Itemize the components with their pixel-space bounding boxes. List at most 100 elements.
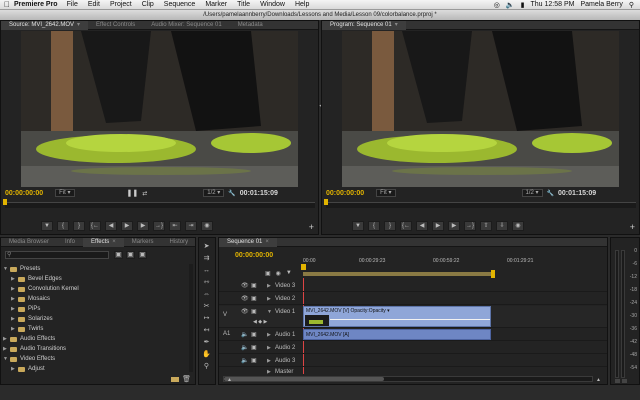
timeline-scrollbar[interactable] bbox=[223, 376, 593, 382]
track-target-a1[interactable]: A1 bbox=[223, 331, 230, 337]
program-time-ruler[interactable] bbox=[324, 199, 636, 208]
menu-user[interactable]: Pamela Berry bbox=[580, 1, 622, 8]
mark-in-bracket-icon[interactable]: { bbox=[57, 221, 69, 231]
mark-out-bracket-icon[interactable]: } bbox=[384, 221, 396, 231]
trash-icon[interactable]: 🗑 bbox=[182, 375, 191, 383]
tab-program[interactable]: Program: Sequence 01 ▾ bbox=[322, 20, 406, 30]
marker-icon[interactable]: ◉ bbox=[276, 270, 281, 277]
set-marker-icon[interactable]: ▼ bbox=[286, 270, 292, 277]
tab-media-browser[interactable]: Media Browser bbox=[1, 238, 57, 247]
program-timecode[interactable]: 00:00:00:00 bbox=[326, 190, 364, 197]
timeline-timecode[interactable]: 00:00:00:00 bbox=[235, 252, 273, 259]
step-back-icon[interactable]: ◀ bbox=[105, 221, 117, 231]
menu-edit[interactable]: Edit bbox=[88, 1, 100, 8]
speaker-icon[interactable]: 🔈 bbox=[241, 331, 248, 338]
tab-markers[interactable]: Markers bbox=[124, 238, 162, 247]
extract-icon[interactable]: ⇩ bbox=[496, 221, 508, 231]
menu-help[interactable]: Help bbox=[295, 1, 309, 8]
chevron-right-icon[interactable]: ▶ bbox=[11, 274, 18, 284]
lock-icon[interactable]: ▣ bbox=[251, 295, 257, 302]
chevron-right-icon[interactable]: ▶ bbox=[267, 332, 271, 338]
track-audio-3[interactable]: 🔈 ▣ ▶ Audio 3 bbox=[219, 355, 607, 367]
wifi-icon[interactable]: ◎ bbox=[494, 1, 500, 9]
chevron-right-icon[interactable]: ▶ bbox=[267, 358, 271, 364]
tab-source[interactable]: Source: MVI_2642.MOV ▾ bbox=[1, 20, 89, 30]
go-to-in-icon[interactable]: {← bbox=[400, 221, 412, 231]
effects-scrollbar[interactable] bbox=[189, 264, 193, 372]
tree-item-video-effects[interactable]: ▼ Video Effects bbox=[3, 354, 191, 364]
source-fit-select[interactable]: Fit ▾ bbox=[55, 189, 75, 197]
32bit-icon[interactable]: ▣ bbox=[126, 251, 135, 259]
wrench-icon[interactable]: 🔧 bbox=[547, 190, 554, 197]
menu-window[interactable]: Window bbox=[260, 1, 285, 8]
source-resolution-select[interactable]: 1/2 ▾ bbox=[203, 189, 225, 197]
close-icon[interactable]: × bbox=[112, 239, 116, 245]
tree-item-solarizes[interactable]: ▶ Solarizes bbox=[3, 314, 191, 324]
lock-icon[interactable]: ▣ bbox=[251, 357, 257, 364]
solo-right-button[interactable] bbox=[622, 379, 627, 383]
source-playhead[interactable] bbox=[3, 199, 7, 205]
effects-search-input[interactable] bbox=[5, 251, 109, 259]
snap-icon[interactable]: ▣ bbox=[265, 270, 271, 277]
menu-project[interactable]: Project bbox=[110, 1, 132, 8]
lock-icon[interactable]: ▣ bbox=[251, 331, 257, 338]
chevron-down-icon[interactable]: ▼ bbox=[3, 354, 10, 364]
menu-clock[interactable]: Thu 12:58 PM bbox=[530, 1, 574, 8]
go-to-in-icon[interactable]: {← bbox=[89, 221, 101, 231]
razor-tool-icon[interactable]: ✂ bbox=[202, 302, 211, 311]
source-video-frame[interactable] bbox=[21, 31, 298, 187]
eye-icon[interactable]: 👁 bbox=[241, 295, 249, 302]
chevron-right-icon[interactable]: ▶ bbox=[11, 314, 18, 324]
volume-icon[interactable]: 🔈 bbox=[506, 1, 515, 9]
step-forward-icon[interactable]: ▶ bbox=[137, 221, 149, 231]
chevron-right-icon[interactable]: ▶ bbox=[11, 324, 18, 334]
audio-clip[interactable]: MVI_2642.MOV [A] bbox=[303, 329, 491, 340]
tree-item-adjust[interactable]: ▶ Adjust bbox=[3, 364, 191, 374]
lock-icon[interactable]: ▣ bbox=[251, 344, 257, 351]
source-time-ruler[interactable] bbox=[3, 199, 315, 208]
close-icon[interactable]: × bbox=[265, 239, 269, 245]
yuv-icon[interactable]: ▣ bbox=[138, 251, 147, 259]
chevron-right-icon[interactable]: ▶ bbox=[11, 364, 18, 374]
tree-item-audio-transitions[interactable]: ▶ Audio Transitions bbox=[3, 344, 191, 354]
program-fit-select[interactable]: Fit ▾ bbox=[376, 189, 396, 197]
lock-icon[interactable]: ▣ bbox=[251, 282, 257, 289]
track-video-3[interactable]: 👁 ▣ ▶ Video 3 bbox=[219, 280, 607, 292]
insert-icon[interactable]: ⇤ bbox=[169, 221, 181, 231]
tree-item-bevel-edges[interactable]: ▶ Bevel Edges bbox=[3, 274, 191, 284]
chevron-right-icon[interactable]: ▶ bbox=[3, 334, 10, 344]
export-frame-icon[interactable]: ◉ bbox=[201, 221, 213, 231]
eye-icon[interactable]: 👁 bbox=[241, 308, 249, 315]
eye-icon[interactable]: 👁 bbox=[241, 282, 249, 289]
spotlight-icon[interactable]: ⚲ bbox=[629, 1, 634, 9]
tree-item-twirls[interactable]: ▶ Twirls bbox=[3, 324, 191, 334]
menu-clip[interactable]: Clip bbox=[142, 1, 154, 8]
zoom-in-icon[interactable]: ▲ bbox=[596, 377, 601, 383]
chevron-right-icon[interactable]: ▶ bbox=[11, 284, 18, 294]
work-area-bar[interactable] bbox=[303, 272, 493, 276]
track-target-v[interactable]: V bbox=[223, 312, 227, 318]
chevron-right-icon[interactable]: ▶ bbox=[267, 296, 271, 302]
add-button-icon[interactable]: + bbox=[630, 222, 635, 232]
opacity-rubberband[interactable] bbox=[330, 319, 490, 320]
menu-app-name[interactable]: Premiere Pro bbox=[14, 1, 58, 8]
tab-info[interactable]: Info bbox=[57, 238, 83, 247]
overwrite-icon[interactable]: ⇥ bbox=[185, 221, 197, 231]
source-timecode[interactable]: 00:00:00:00 bbox=[5, 190, 43, 197]
keyframe-nav-icon[interactable]: ◀ ◆ ▶ bbox=[253, 319, 267, 325]
timeline-ruler[interactable]: 00:00 00:00:29:23 00:00:59:22 00:01:29:2… bbox=[301, 256, 601, 278]
tab-metadata[interactable]: Metadata bbox=[230, 21, 271, 30]
menu-file[interactable]: File bbox=[67, 1, 78, 8]
chevron-right-icon[interactable]: ▶ bbox=[267, 345, 271, 351]
tab-audio-mixer[interactable]: Audio Mixer: Sequence 01 bbox=[143, 21, 229, 30]
video-clip[interactable]: MVI_2642.MOV [V] Opacity:Opacity ▾ bbox=[303, 306, 491, 327]
mark-in-icon[interactable]: ▼ bbox=[41, 221, 53, 231]
wave-icon[interactable]: ⇄ bbox=[142, 190, 147, 197]
dropdown-icon[interactable]: ▾ bbox=[77, 22, 80, 28]
go-to-out-icon[interactable]: →} bbox=[153, 221, 165, 231]
tree-item-mosaics[interactable]: ▶ Mosaics bbox=[3, 294, 191, 304]
lift-icon[interactable]: ⇧ bbox=[480, 221, 492, 231]
tab-sequence[interactable]: Sequence 01 × bbox=[219, 237, 277, 247]
export-frame-icon[interactable]: ◉ bbox=[512, 221, 524, 231]
new-folder-icon[interactable] bbox=[171, 377, 179, 382]
